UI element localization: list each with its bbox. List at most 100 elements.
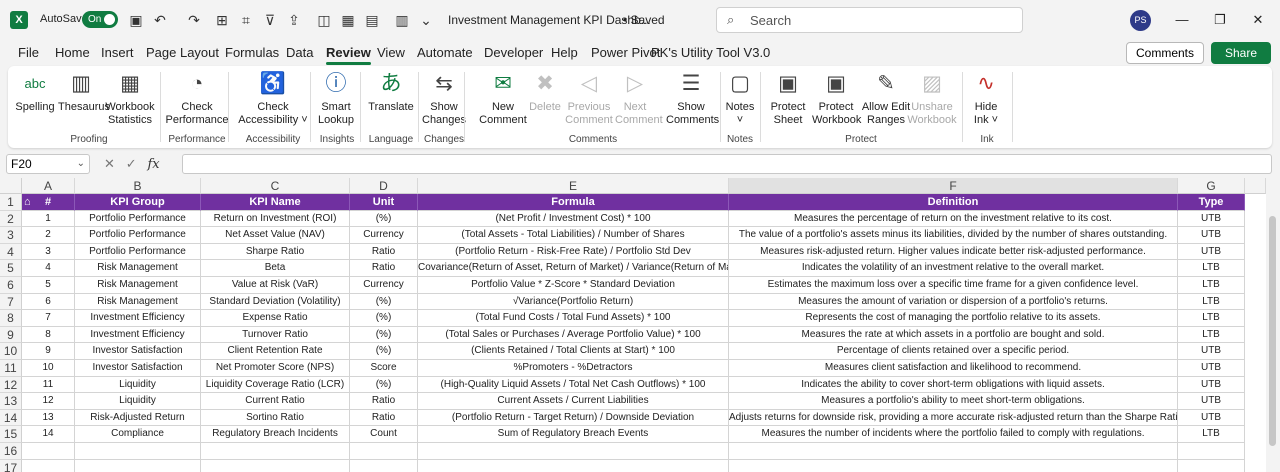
new-comment-button[interactable]: ✉ New Comment (478, 70, 528, 127)
row-header-11[interactable]: 11 (0, 360, 22, 377)
borders-icon[interactable]: ⊞ (212, 10, 232, 30)
table-cell[interactable]: (High-Quality Liquid Assets / Total Net … (418, 376, 729, 394)
home-icon[interactable]: ⌂ (24, 194, 31, 210)
row-header-10[interactable]: 10 (0, 343, 22, 360)
empty-cell[interactable] (1178, 459, 1245, 472)
insert-function-button[interactable]: fx (148, 157, 160, 172)
select-all-corner[interactable] (0, 178, 22, 194)
table-cell[interactable]: Current Assets / Current Liabilities (418, 393, 729, 410)
table-cell[interactable]: Currency (350, 227, 418, 244)
table-cell[interactable]: Ratio (350, 393, 418, 410)
table-cell[interactable]: 8 (22, 326, 75, 344)
table-cell[interactable]: UTB (1178, 393, 1245, 410)
table-cell[interactable]: 5 (22, 277, 75, 294)
vertical-scrollbar[interactable] (1266, 178, 1280, 472)
table-cell[interactable]: Expense Ratio (201, 310, 350, 327)
table-cell[interactable]: Risk Management (75, 293, 201, 311)
show-comments-button[interactable]: ☰ Show Comments (666, 70, 719, 127)
empty-cell[interactable] (729, 459, 1178, 472)
empty-cell[interactable] (350, 459, 418, 472)
row-header-14[interactable]: 14 (0, 409, 22, 427)
table-cell[interactable]: (%) (350, 210, 418, 228)
table-cell[interactable]: Compliance (75, 426, 201, 443)
undo-icon[interactable]: ↶ (150, 10, 170, 30)
table-cell[interactable]: Investor Satisfaction (75, 343, 201, 360)
filter-icon[interactable]: ⊽ (260, 10, 280, 30)
table-cell[interactable]: Portfolio Value * Z-Score * Standard Dev… (418, 277, 729, 294)
tab-automate[interactable]: Automate (417, 45, 473, 60)
table-cell[interactable]: UTB (1178, 409, 1245, 427)
table-cell[interactable]: (Net Profit / Investment Cost) * 100 (418, 210, 729, 228)
empty-cell[interactable] (1178, 443, 1245, 460)
table-cell[interactable]: Score (350, 360, 418, 377)
share-button[interactable]: Share (1211, 42, 1271, 64)
table-cell[interactable]: (%) (350, 293, 418, 311)
column-header-g[interactable]: G (1178, 178, 1245, 194)
empty-cell[interactable] (729, 443, 1178, 460)
table-cell[interactable]: Represents the cost of managing the port… (729, 310, 1178, 327)
table-cell[interactable]: LTB (1178, 326, 1245, 344)
table-cell[interactable]: Current Ratio (201, 393, 350, 410)
row-header-8[interactable]: 8 (0, 310, 22, 327)
formula-input[interactable] (182, 154, 1272, 174)
table-cell[interactable]: Turnover Ratio (201, 326, 350, 344)
tab-data[interactable]: Data (286, 45, 313, 60)
table-cell[interactable]: Ratio (350, 243, 418, 261)
table-header-kpi-group[interactable]: KPI Group (75, 194, 201, 211)
row-header-12[interactable]: 12 (0, 376, 22, 394)
table-cell[interactable]: (Total Assets - Total Liabilities) / Num… (418, 227, 729, 244)
show-changes-button[interactable]: ⇆ Show Changes (422, 70, 466, 127)
saved-status[interactable]: • Saved (623, 13, 665, 27)
table-cell[interactable]: Portfolio Performance (75, 243, 201, 261)
table-cell[interactable]: (Total Fund Costs / Total Fund Assets) *… (418, 310, 729, 327)
table-cell[interactable]: (%) (350, 376, 418, 394)
tab-help[interactable]: Help (551, 45, 578, 60)
row-header-3[interactable]: 3 (0, 227, 22, 244)
table-cell[interactable]: Sortino Ratio (201, 409, 350, 427)
table-cell[interactable]: Liquidity (75, 376, 201, 394)
table-cell[interactable]: (%) (350, 343, 418, 360)
table-cell[interactable]: LTB (1178, 277, 1245, 294)
chevron-down-icon[interactable]: ⌄ (77, 155, 85, 173)
table-cell[interactable]: LTB (1178, 310, 1245, 327)
table-cell[interactable]: Regulatory Breach Incidents (201, 426, 350, 443)
redo-icon[interactable]: ↷ (184, 10, 204, 30)
cancel-icon[interactable]: ✕ (104, 156, 115, 171)
table-cell[interactable]: (%) (350, 310, 418, 327)
protect-sheet-button[interactable]: ▣ Protect Sheet (768, 70, 808, 127)
empty-cell[interactable] (350, 443, 418, 460)
table-cell[interactable]: Measures a portfolio's ability to meet s… (729, 393, 1178, 410)
table-cell[interactable]: 6 (22, 293, 75, 311)
table-cell[interactable]: Risk Management (75, 277, 201, 294)
table-header-definition[interactable]: Definition (729, 194, 1178, 211)
close-icon[interactable]: ✕ (1248, 10, 1268, 30)
search-box[interactable]: ⌕ Search (716, 7, 1023, 33)
table-cell[interactable]: 2 (22, 227, 75, 244)
table-cell[interactable]: LTB (1178, 426, 1245, 443)
table-cell[interactable]: Value at Risk (VaR) (201, 277, 350, 294)
column-header-c[interactable]: C (201, 178, 350, 194)
share-export-icon[interactable]: ⇪ (284, 10, 304, 30)
table-cell[interactable]: Measures the percentage of return on the… (729, 210, 1178, 228)
row-header-16[interactable]: 16 (0, 443, 22, 460)
column-header-a[interactable]: A (22, 178, 75, 194)
calculator-alt-icon[interactable]: ▥ (392, 10, 412, 30)
table-cell[interactable]: Net Promoter Score (NPS) (201, 360, 350, 377)
tab-insert[interactable]: Insert (101, 45, 134, 60)
table-cell[interactable]: UTB (1178, 343, 1245, 360)
table-cell[interactable]: 7 (22, 310, 75, 327)
tab-developer[interactable]: Developer (484, 45, 543, 60)
tab-pk-s-utility-tool-v3-0[interactable]: PK's Utility Tool V3.0 (651, 45, 770, 60)
column-header-b[interactable]: B (75, 178, 201, 194)
table-cell[interactable]: Ratio (350, 260, 418, 277)
table-cell[interactable]: %Promoters - %Detractors (418, 360, 729, 377)
smart-lookup-button[interactable]: ⓘ Smart Lookup (316, 70, 356, 127)
table-cell[interactable]: Measures the rate at which assets in a p… (729, 326, 1178, 344)
table-cell[interactable]: 3 (22, 243, 75, 261)
document-title[interactable]: Investment Management KPI Dashb... (448, 13, 651, 27)
empty-cell[interactable] (418, 459, 729, 472)
table-cell[interactable]: Standard Deviation (Volatility) (201, 293, 350, 311)
table-cell[interactable]: Measures client satisfaction and likelih… (729, 360, 1178, 377)
table-cell[interactable]: 10 (22, 360, 75, 377)
table-cell[interactable]: Percentage of clients retained over a sp… (729, 343, 1178, 360)
